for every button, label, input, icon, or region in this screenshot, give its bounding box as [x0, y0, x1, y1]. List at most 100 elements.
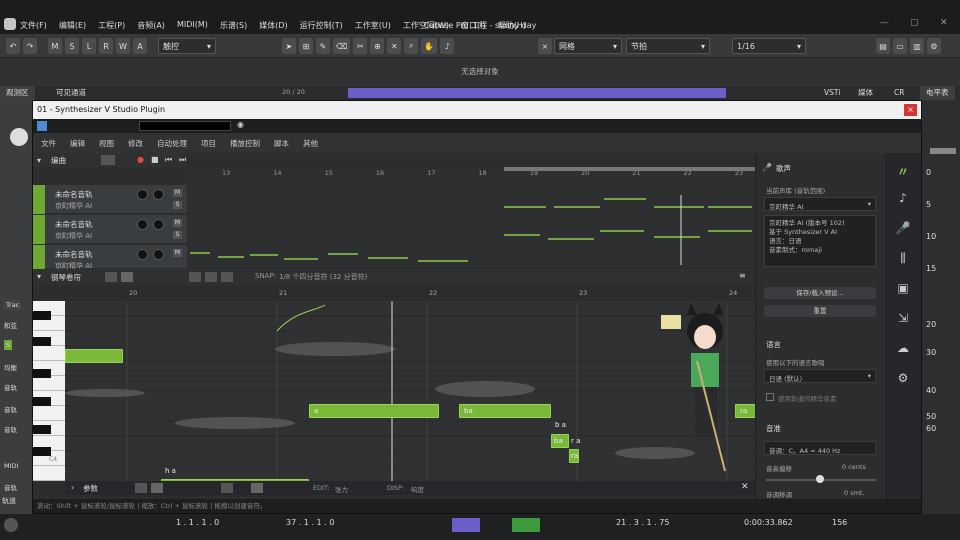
- mode-s-button[interactable]: S: [65, 38, 79, 54]
- track-mute-button[interactable]: M: [173, 249, 182, 257]
- param-line-icon[interactable]: [251, 483, 263, 493]
- tuning-field[interactable]: 音调：C。A4 = 440 Hz: [764, 441, 876, 455]
- sv-track-3[interactable]: 未命名音轨 京町精华 AI M: [33, 245, 187, 270]
- white-key[interactable]: [33, 376, 65, 391]
- sv-menu-edit[interactable]: 编辑: [70, 138, 85, 149]
- automation-mode-dropdown[interactable]: 触控 ▾: [158, 38, 216, 54]
- menu-edit[interactable]: 编辑(E): [59, 20, 86, 31]
- quantize-dropdown[interactable]: 1/16 ▾: [732, 38, 806, 54]
- zoom-tool-icon[interactable]: ⌕: [404, 38, 419, 54]
- cloud-icon[interactable]: ☁: [895, 341, 911, 355]
- hand-tool-icon[interactable]: ✋: [421, 38, 438, 54]
- arrangement-view[interactable]: 13 14 15 16 17 18 19 20 21 22 23: [188, 167, 756, 267]
- redo-icon[interactable]: ↷: [23, 38, 37, 54]
- snap-value[interactable]: 1/8 个四分音符 (32 分音符): [279, 272, 367, 282]
- black-key[interactable]: [33, 425, 51, 434]
- left-track-midi[interactable]: MIDI: [4, 462, 18, 470]
- chevron-down-icon[interactable]: ▾: [37, 156, 41, 165]
- edit-value[interactable]: 张力: [335, 484, 348, 494]
- param-pen-icon[interactable]: [151, 483, 163, 493]
- range-tool-icon[interactable]: ⊞: [299, 38, 313, 54]
- save-preset-button[interactable]: 保存/载入预设...: [764, 287, 876, 299]
- tab-inspector[interactable]: 观测区: [0, 86, 35, 100]
- note-block-left[interactable]: [65, 349, 123, 363]
- track-gain-knob-icon[interactable]: [137, 189, 148, 200]
- white-key[interactable]: [33, 406, 65, 421]
- settings-gear-icon[interactable]: ⚙: [927, 38, 941, 54]
- close-window-icon[interactable]: ✕: [940, 18, 948, 28]
- layout-left-icon[interactable]: ▤: [876, 38, 890, 54]
- black-key[interactable]: [33, 337, 51, 346]
- menu-help[interactable]: 帮助(H): [498, 20, 526, 31]
- track-mute-button[interactable]: M: [173, 189, 182, 197]
- lang-checkbox[interactable]: [766, 393, 774, 401]
- tab-meter[interactable]: 电平表: [920, 86, 955, 100]
- secondary-time[interactable]: 0:00:33.862: [744, 518, 793, 527]
- layout-right-icon[interactable]: ▥: [910, 38, 924, 54]
- transport-settings-icon[interactable]: [4, 518, 18, 532]
- note-props-icon[interactable]: ♪: [895, 191, 911, 205]
- snap-type-dropdown[interactable]: 网格 ▾: [554, 38, 622, 54]
- play-button[interactable]: [512, 518, 540, 532]
- menu-media[interactable]: 媒体(D): [259, 20, 287, 31]
- sv-track-1[interactable]: 未命名音轨 京町精华 AI M S: [33, 185, 187, 214]
- mode-m-button[interactable]: M: [48, 38, 62, 54]
- cycle-button[interactable]: [452, 518, 480, 532]
- black-key[interactable]: [33, 397, 51, 406]
- menu-transport[interactable]: 运行控制(T): [300, 20, 343, 31]
- track-solo-button[interactable]: S: [173, 231, 182, 239]
- pointer-tool-icon[interactable]: [105, 272, 117, 282]
- forward-icon[interactable]: ⏭: [179, 155, 186, 165]
- left-track-chord[interactable]: 和弦: [4, 320, 17, 330]
- undo-icon[interactable]: ↶: [6, 38, 20, 54]
- left-locator[interactable]: 1 . 1 . 1 . 0: [176, 518, 219, 527]
- param-curve-icon[interactable]: [221, 483, 233, 493]
- snap-toggle-icon[interactable]: ⨯: [538, 38, 552, 54]
- voice-select-dropdown[interactable]: 京町精华 AI ▾: [764, 197, 876, 211]
- sv-menu-project[interactable]: 项目: [201, 138, 216, 149]
- volume-knob-icon[interactable]: [10, 128, 28, 146]
- black-key[interactable]: [33, 369, 51, 378]
- minimize-icon[interactable]: —: [880, 18, 889, 28]
- note-ra-2[interactable]: ra: [569, 449, 579, 463]
- menu-icon[interactable]: ≡: [739, 271, 746, 280]
- glue-tool-icon[interactable]: ⊕: [370, 38, 385, 54]
- pitch-offset-handle[interactable]: [816, 475, 824, 483]
- track-solo-button[interactable]: S: [173, 201, 182, 209]
- record-icon[interactable]: ●: [137, 155, 144, 164]
- sv-menu-other[interactable]: 其他: [303, 138, 318, 149]
- power-icon[interactable]: [37, 121, 47, 131]
- sv-menu-modify[interactable]: 修改: [128, 138, 143, 149]
- layout-bottom-icon[interactable]: ▭: [893, 38, 907, 54]
- piano-keyboard[interactable]: C4: [33, 301, 65, 481]
- tab-vsti[interactable]: VSTi: [818, 86, 846, 100]
- right-locator[interactable]: 37 . 1 . 1 . 0: [286, 518, 334, 527]
- arranger-scrollbar[interactable]: [504, 167, 756, 171]
- vibrato-tool-icon[interactable]: [221, 272, 233, 282]
- mode-l-button[interactable]: L: [82, 38, 96, 54]
- tab-control-room[interactable]: CR: [888, 86, 910, 100]
- sv-menu-auto[interactable]: 自动处理: [157, 138, 187, 149]
- note-a[interactable]: a: [309, 404, 439, 418]
- tempo-value[interactable]: 156: [832, 518, 847, 527]
- voice-tab-icon[interactable]: 🎤: [895, 221, 911, 235]
- grid-type-dropdown[interactable]: 节拍 ▾: [626, 38, 710, 54]
- pen-tool-icon[interactable]: [121, 272, 133, 282]
- speaker-tool-icon[interactable]: ♪: [440, 38, 455, 54]
- black-key[interactable]: [33, 311, 51, 320]
- left-track-audio-2[interactable]: 音轨: [4, 404, 17, 414]
- note-ba-2[interactable]: ba: [551, 434, 569, 448]
- tab-media[interactable]: 媒体: [852, 86, 879, 100]
- menu-window[interactable]: 窗口(I): [461, 20, 486, 31]
- mode-r-button[interactable]: R: [99, 38, 113, 54]
- left-track-audio-4[interactable]: 音轨: [4, 482, 17, 492]
- menu-audio[interactable]: 音频(A): [137, 20, 165, 31]
- select-tool-icon[interactable]: ➤: [282, 38, 296, 54]
- left-track-eq[interactable]: 均衡: [4, 362, 17, 372]
- disp-value[interactable]: 响度: [411, 484, 424, 494]
- track-mute-button[interactable]: M: [173, 219, 182, 227]
- mute-tool-icon[interactable]: ✕: [387, 38, 402, 54]
- left-track-s[interactable]: S: [4, 340, 13, 350]
- sv-track-2[interactable]: 未命名音轨 京町精华 AI M S: [33, 215, 187, 244]
- sv-menu-view[interactable]: 视图: [99, 138, 114, 149]
